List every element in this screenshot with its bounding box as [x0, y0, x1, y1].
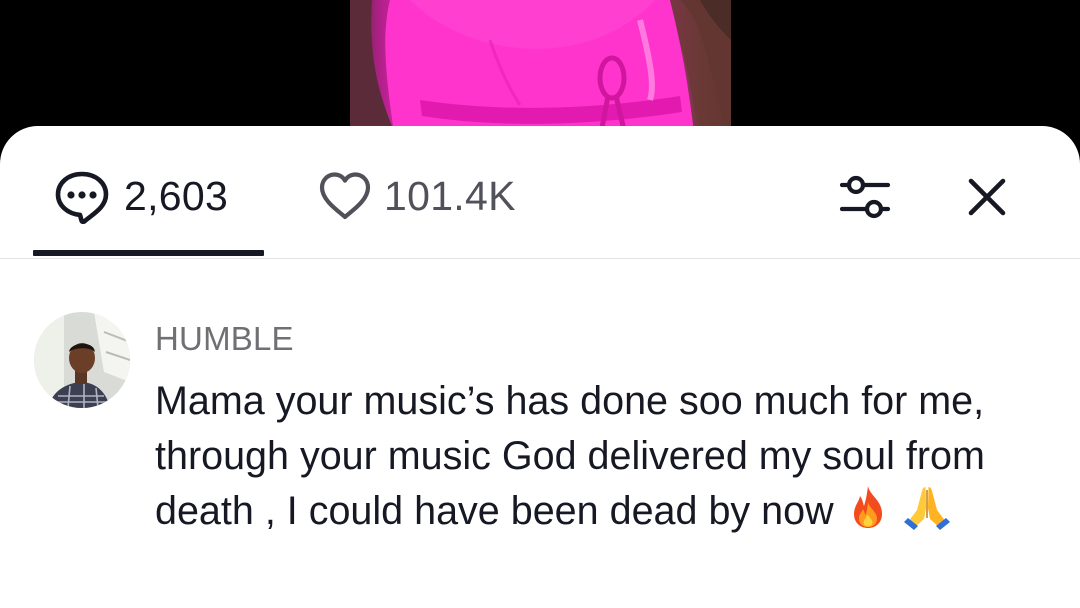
comment-bubble-icon: [55, 171, 109, 224]
filter-button[interactable]: [836, 168, 894, 226]
close-x-icon: [968, 178, 1006, 216]
video-frame-art: [350, 0, 731, 140]
fire-emoji: [848, 484, 888, 545]
comment-tabs: 2,603 101.4K: [0, 126, 1080, 259]
active-tab-indicator: [33, 250, 264, 256]
avatar-photo: [34, 312, 130, 408]
likes-count: 101.4K: [384, 172, 516, 219]
video-background[interactable]: [0, 0, 1080, 140]
tab-comments[interactable]: 2,603: [54, 166, 228, 226]
comment-text: Mama your music’s has done soo much for …: [155, 374, 1035, 545]
comment-username[interactable]: HUMBLE: [155, 320, 294, 358]
close-button[interactable]: [958, 168, 1016, 226]
sliders-filter-icon: [839, 175, 891, 219]
comments-sheet: 2,603 101.4K HUMBLE Mama your music’s ha…: [0, 126, 1080, 608]
user-avatar[interactable]: [34, 312, 130, 408]
heart-outline-icon: [319, 172, 371, 220]
praying-hands-emoji: [902, 484, 952, 545]
video-frame[interactable]: [350, 0, 731, 140]
tab-likes[interactable]: 101.4K: [318, 166, 516, 226]
comments-count: 2,603: [124, 172, 229, 219]
